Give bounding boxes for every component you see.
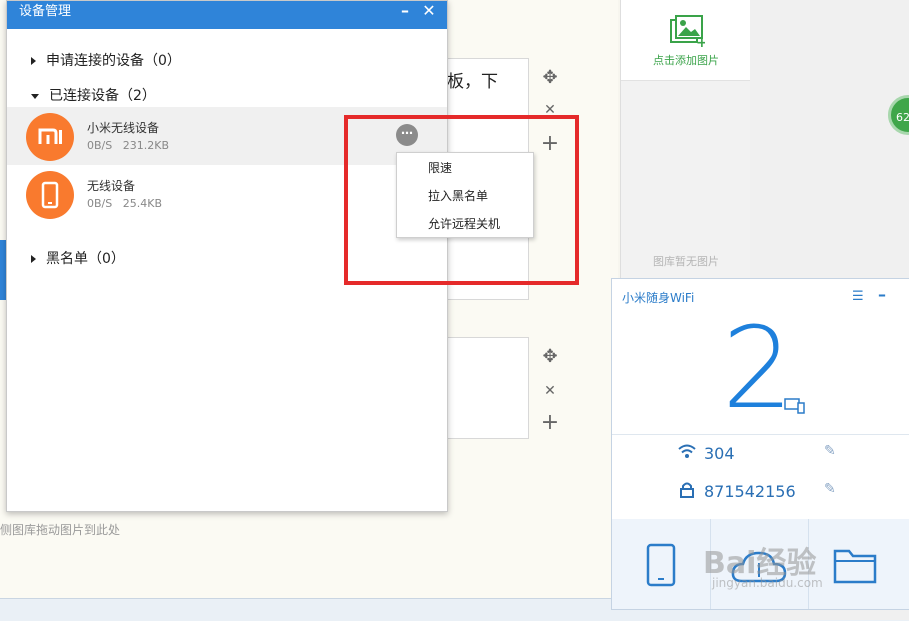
close-dialog-icon[interactable]: ✕ [419,0,439,22]
section-blacklist-label: 黑名单（0） [46,251,125,267]
device-name: 小米无线设备 [87,121,160,135]
list-icon[interactable]: ☰ [852,289,864,304]
device-count: 2 [722,304,794,434]
device-speed: 0B/S [87,197,113,210]
device-name: 无线设备 [87,179,136,193]
minimize-panel-icon[interactable]: – [878,285,886,304]
add-icon-2[interactable]: + [540,412,560,434]
wifi-password: 871542156 [704,482,796,501]
collapsed-arrow-icon [31,255,36,263]
divider [612,434,909,435]
add-image-label: 点击添加图片 [653,54,719,67]
expanded-arrow-icon [31,93,39,99]
phone-button[interactable] [612,519,711,609]
move-icon[interactable]: ✥ [540,68,560,88]
edit-ssid-icon[interactable]: ✎ [824,443,836,459]
section-requested[interactable]: 申请连接的设备（0） [31,50,181,70]
xiaomi-logo-icon [26,113,74,161]
gallery-panel: + 点击添加图片 图库暂无图片 [620,0,752,300]
collapsed-arrow-icon [31,57,36,65]
wifi-icon [678,444,696,458]
dialog-title: 设备管理 [19,4,72,19]
image-add-icon: + [670,15,705,48]
folder-button[interactable] [808,519,906,609]
section-connected-label: 已连接设备（2） [49,88,156,104]
svg-text:+: + [696,35,705,48]
phone-device-icon [26,171,74,219]
close-icon-2[interactable]: ✕ [540,381,560,401]
drag-hint: 侧图库拖动图片到此处 [0,523,121,537]
devices-icon [784,398,805,414]
device-speed: 0B/S [87,139,113,152]
lock-icon [680,482,694,498]
device-traffic: 231.2KB [122,139,169,152]
device-stats: 0B/S 231.2KB [87,139,169,152]
move-icon-2[interactable]: ✥ [540,347,560,367]
minimize-icon[interactable]: – [395,0,415,22]
add-image-button[interactable]: + 点击添加图片 [621,0,751,81]
gallery-empty-label: 图库暂无图片 [653,255,719,268]
wifi-panel-title: 小米随身WiFi [622,291,695,305]
phone-icon [646,543,676,587]
device-stats: 0B/S 25.4KB [87,197,162,210]
dialog-titlebar: 设备管理 – ✕ [7,1,447,29]
wifi-ssid: 304 [704,444,735,463]
device-traffic: 25.4KB [122,197,162,210]
section-requested-label: 申请连接的设备（0） [46,53,181,69]
section-connected[interactable]: 已连接设备（2） [31,85,156,105]
folder-icon [833,549,877,584]
edit-password-icon[interactable]: ✎ [824,481,836,497]
red-highlight-box [344,115,579,285]
section-blacklist[interactable]: 黑名单（0） [31,248,125,268]
baidu-watermark-url: jingyan.baidu.com [712,576,823,590]
